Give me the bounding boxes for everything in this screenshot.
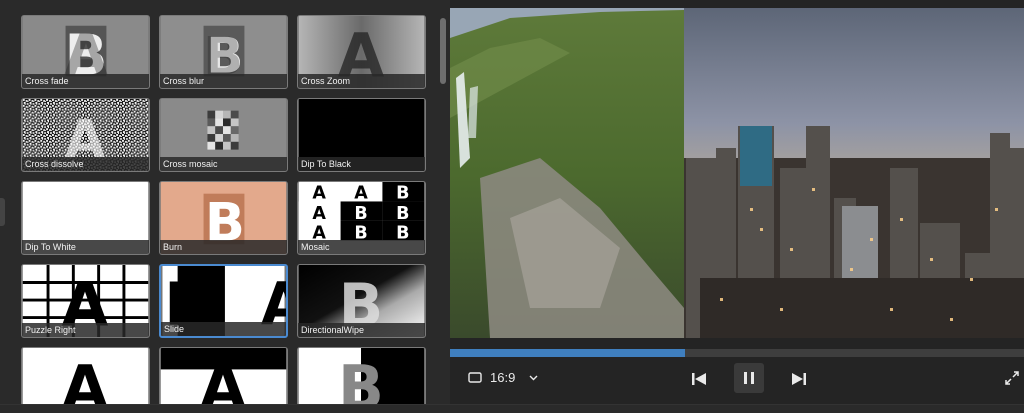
tile-label: Cross blur [160, 74, 287, 88]
transition-tile-mosaic[interactable]: A A B A B B A B B Mosaic [297, 181, 426, 255]
svg-text:B: B [396, 204, 409, 224]
panel-collapse-handle[interactable] [0, 198, 5, 226]
transition-tile-directional-wipe[interactable]: B DirectionalWipe [297, 264, 426, 338]
partial-thumbnail: A [160, 348, 287, 412]
pause-button[interactable] [734, 363, 764, 393]
transition-tile-cross-dissolve[interactable]: A Cross dissolve [21, 98, 150, 172]
tile-label: Puzzle Right [22, 323, 149, 337]
transitions-panel: B A Cross fade B B Cross blur A Cross Zo… [0, 0, 438, 412]
chevron-down-icon [529, 375, 538, 380]
skip-back-button[interactable] [686, 366, 712, 392]
tile-label: Cross Zoom [298, 74, 425, 88]
transition-preview-image [450, 8, 1024, 338]
pause-icon [744, 372, 754, 384]
transition-tile-cross-blur[interactable]: B B Cross blur [159, 15, 288, 89]
aspect-ratio-icon [468, 372, 482, 383]
svg-text:A: A [312, 184, 326, 204]
skip-forward-button[interactable] [786, 366, 812, 392]
tile-label: Dip To Black [298, 157, 425, 171]
player-controls: 16:9 [450, 358, 1024, 406]
video-frame [450, 8, 1024, 338]
video-preview-panel: 16:9 [450, 0, 1024, 412]
skip-forward-icon [792, 373, 806, 385]
transition-tile-cross-zoom[interactable]: A Cross Zoom [297, 15, 426, 89]
aspect-ratio-value: 16:9 [490, 370, 516, 385]
transition-tile-cross-mosaic[interactable]: Cross mosaic [159, 98, 288, 172]
fullscreen-button[interactable] [1002, 368, 1022, 388]
svg-text:B: B [354, 204, 367, 224]
scrollbar-thumb[interactable] [440, 18, 446, 84]
svg-text:A: A [354, 184, 368, 204]
transition-tile-partial[interactable]: A [159, 347, 288, 412]
expand-icon [1005, 371, 1019, 385]
transition-tile-partial[interactable]: A [21, 347, 150, 412]
partial-thumbnail: A [22, 348, 149, 412]
svg-text:B: B [396, 184, 409, 204]
transition-tile-puzzle-right[interactable]: A Puzzle Right [21, 264, 150, 338]
transition-tile-burn[interactable]: B Burn [159, 181, 288, 255]
tile-label: Slide [161, 322, 286, 336]
tile-label: Cross mosaic [160, 157, 287, 171]
svg-text:A: A [312, 204, 326, 224]
tile-label: Cross dissolve [22, 157, 149, 171]
playback-progress-bar[interactable] [450, 349, 1024, 357]
partial-thumbnail: B [298, 348, 425, 412]
transition-tile-partial[interactable]: B [297, 347, 426, 412]
tile-label: Cross fade [22, 74, 149, 88]
tile-label: Burn [160, 240, 287, 254]
transition-tile-cross-fade[interactable]: B A Cross fade [21, 15, 150, 89]
tile-label: Dip To White [22, 240, 149, 254]
transition-tile-slide[interactable]: B A Slide [159, 264, 288, 338]
transition-tile-dip-to-white[interactable]: Dip To White [21, 181, 150, 255]
aspect-ratio-selector[interactable]: 16:9 [468, 370, 538, 385]
tile-label: DirectionalWipe [298, 323, 425, 337]
transition-tile-dip-to-black[interactable]: Dip To Black [297, 98, 426, 172]
tile-label: Mosaic [298, 240, 425, 254]
skip-back-icon [692, 373, 706, 385]
progress-fill [450, 349, 686, 357]
